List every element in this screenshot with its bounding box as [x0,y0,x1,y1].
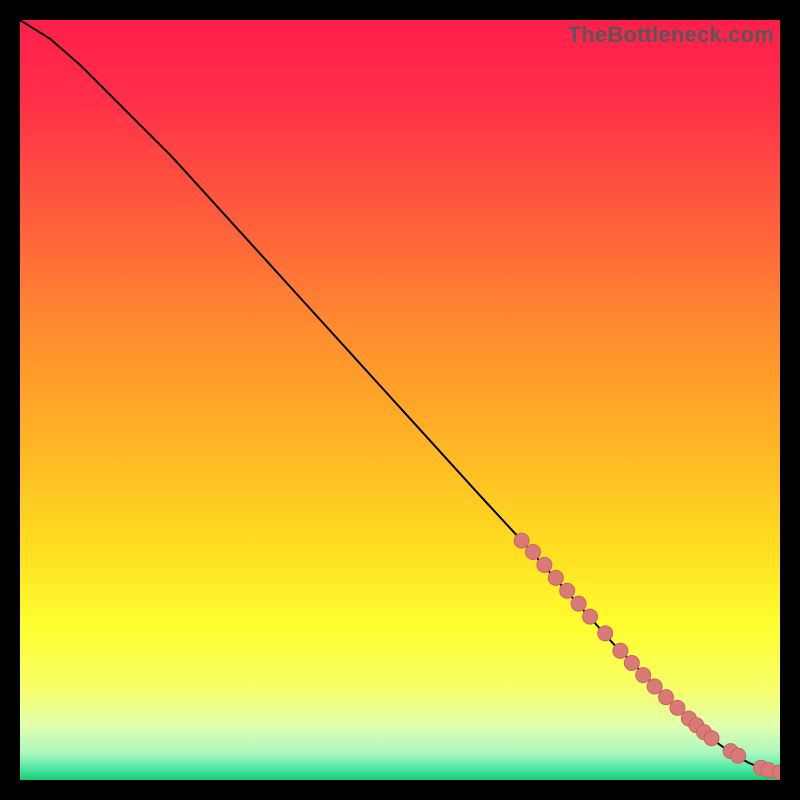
data-marker [624,655,639,670]
chart-frame: TheBottleneck.com [20,20,780,780]
data-marker [704,731,719,746]
data-marker [598,626,613,641]
data-marker [636,668,651,683]
data-marker [647,679,662,694]
data-marker [514,533,529,548]
data-marker [613,643,628,658]
gradient-rect [20,20,780,780]
data-marker [560,583,575,598]
data-marker [537,557,552,572]
chart-svg [20,20,780,780]
data-marker [526,545,541,560]
data-marker [548,570,563,585]
data-marker [571,596,586,611]
data-marker [670,700,685,715]
data-marker [583,609,598,624]
data-marker [659,690,674,705]
data-marker [731,748,746,763]
